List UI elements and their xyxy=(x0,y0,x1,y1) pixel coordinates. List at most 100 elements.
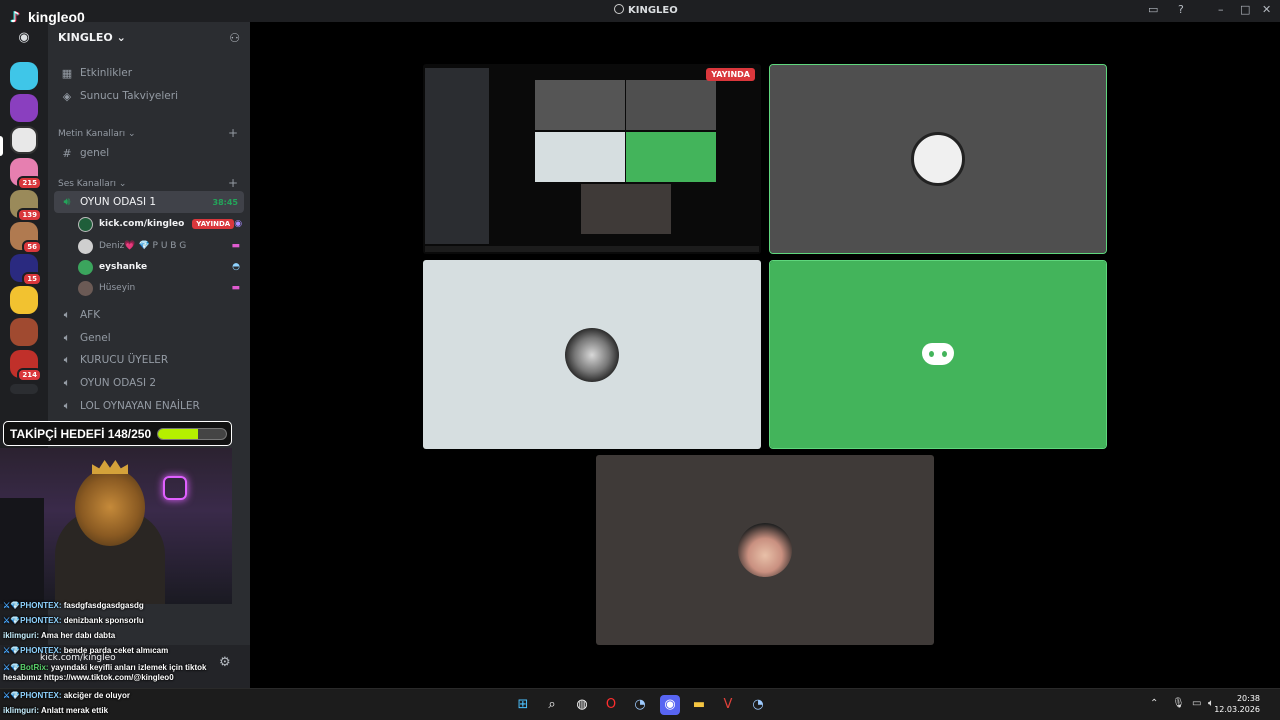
participant-tile[interactable] xyxy=(596,455,934,645)
stream-preview-tile xyxy=(535,80,625,130)
steam-icon[interactable]: ◔ xyxy=(748,695,768,715)
maximize-button[interactable]: □ xyxy=(1240,3,1250,16)
voice-member[interactable]: kick.com/kingleo YAYINDA ◉ xyxy=(78,214,244,234)
add-voice-channel-icon[interactable]: + xyxy=(228,176,238,190)
crown-icon xyxy=(92,460,128,474)
participant-tile[interactable] xyxy=(423,260,761,449)
stream-preview-taskbar xyxy=(425,246,759,252)
guild-header[interactable]: KINGLEO ⌄ xyxy=(58,31,126,44)
server-icon[interactable] xyxy=(10,384,38,394)
chat-text: akciğer de oluyor xyxy=(61,691,130,700)
server-icon[interactable] xyxy=(10,94,38,122)
participant-tile[interactable] xyxy=(769,260,1107,449)
boosts-item[interactable]: ◈ Sunucu Takviyeleri xyxy=(54,85,244,107)
close-button[interactable]: ✕ xyxy=(1262,3,1271,16)
speaker-icon: 🔈︎ xyxy=(63,308,71,321)
voice-channel[interactable]: 🔈︎ OYUN ODASI 2 xyxy=(54,372,244,394)
speaker-icon: 🔊︎ xyxy=(63,195,71,208)
server-icon[interactable]: 15 xyxy=(10,254,42,286)
server-icon[interactable]: 214 xyxy=(10,350,42,382)
voice-channel-active[interactable]: 🔊︎ OYUN ODASI 1 38:45 xyxy=(54,191,244,213)
avatar xyxy=(738,523,792,577)
channel-label: LOL OYNAYAN ENAİLER xyxy=(80,400,200,412)
calendar-icon: ▦ xyxy=(61,66,73,80)
server-icon[interactable] xyxy=(10,318,38,346)
speaker-icon: 🔈︎ xyxy=(63,399,71,412)
activity-icon: ▬ xyxy=(231,283,240,293)
chat-user: PHONTEX: xyxy=(20,601,62,610)
chevron-up-icon[interactable]: ⌃ xyxy=(1150,698,1158,709)
app-icon[interactable]: ◍ xyxy=(572,695,592,715)
chat-line: ⚔💎PHONTEX: fasdgfasdgasdgasdg xyxy=(3,601,144,610)
minimize-button[interactable]: – xyxy=(1218,3,1224,16)
voice-member[interactable]: eyshanke ◓ xyxy=(78,257,244,277)
voice-channel[interactable]: 🔈︎ LOL OYNAYAN ENAİLER xyxy=(54,395,244,417)
steam-icon[interactable]: ◔ xyxy=(630,695,650,715)
time: 20:38 xyxy=(1236,694,1260,703)
server-icon[interactable]: 139 xyxy=(10,190,42,222)
avatar xyxy=(565,328,619,382)
help-icon[interactable]: ? xyxy=(1178,3,1184,16)
server-icon[interactable]: 215 xyxy=(10,158,42,190)
opera-icon[interactable]: O xyxy=(601,695,621,715)
goal-progress-bar xyxy=(157,427,228,440)
voice-channel[interactable]: 🔈︎ AFK xyxy=(54,304,244,326)
volume-icon[interactable]: 🔈︎ xyxy=(1208,698,1214,709)
discord-home-icon[interactable]: ◉ xyxy=(12,30,36,46)
server-icon[interactable] xyxy=(10,286,38,314)
folder-icon[interactable]: ▬ xyxy=(689,695,709,715)
live-badge: YAYINDA xyxy=(192,219,235,229)
webcam-overlay xyxy=(0,448,232,604)
valorant-icon[interactable]: V xyxy=(718,695,738,715)
unread-badge: 215 xyxy=(17,176,42,190)
boost-icon: ◈ xyxy=(62,89,72,103)
search-icon[interactable]: ⌕ xyxy=(542,695,562,715)
chat-line: iklimguri: Ama her dabı dabta xyxy=(3,631,248,641)
voice-category[interactable]: Ses Kanalları ⌄ xyxy=(58,179,126,189)
avatar xyxy=(78,238,93,254)
boosts-label: Sunucu Takviyeleri xyxy=(80,90,179,102)
microphone-icon[interactable]: 🎙︎ xyxy=(1172,698,1185,709)
member-name: Deniz💗 💎 P U B G xyxy=(99,241,187,251)
chat-user: PHONTEX: xyxy=(20,691,62,700)
add-member-icon[interactable]: ⚇ xyxy=(229,31,240,45)
display-icon[interactable]: ▭ xyxy=(1192,698,1201,709)
goal-progress-fill xyxy=(158,428,199,439)
stream-preview-tile xyxy=(626,80,716,130)
chat-line: iklimguri: Anlatt merak ettik xyxy=(3,706,248,716)
channel-label: genel xyxy=(80,147,110,159)
settings-icon[interactable]: ⚙ xyxy=(219,655,231,670)
server-icon[interactable]: 56 xyxy=(10,222,42,254)
text-category[interactable]: Metin Kanalları ⌄ xyxy=(58,129,136,139)
goal-text: TAKİPÇİ HEDEFİ 148/250 xyxy=(10,426,152,441)
chat-user: iklimguri: xyxy=(3,631,40,640)
channel-label: OYUN ODASI 1 xyxy=(80,196,157,208)
windows-start-icon[interactable]: ⊞ xyxy=(513,695,533,715)
member-name: eyshanke xyxy=(99,262,148,272)
stream-tile[interactable]: YAYINDA xyxy=(423,64,761,254)
clock[interactable]: 20:38 12.03.2026 xyxy=(1214,693,1260,715)
stream-preview-sidebar xyxy=(425,68,489,244)
discord-icon[interactable]: ◉ xyxy=(660,695,680,715)
text-channel-genel[interactable]: # genel xyxy=(54,142,244,164)
title-bar: KINGLEO ▭ ? – □ ✕ xyxy=(0,0,1280,22)
chat-user: BotRix: xyxy=(20,663,49,672)
voice-member[interactable]: Deniz💗 💎 P U B G ▬ xyxy=(78,236,244,256)
voice-channel[interactable]: 🔈︎ Genel xyxy=(54,327,244,349)
voice-stage: YAYINDA xyxy=(250,22,1280,688)
server-icon[interactable] xyxy=(10,62,38,90)
participant-tile[interactable] xyxy=(769,64,1107,254)
tiktok-handle: kingleo0 xyxy=(28,9,85,25)
unread-badge: 214 xyxy=(17,368,42,382)
inbox-icon[interactable]: ▭ xyxy=(1148,3,1158,16)
neon-sign xyxy=(163,476,187,500)
unread-badge: 139 xyxy=(17,208,42,222)
server-icon-kingleo[interactable] xyxy=(10,126,38,154)
add-channel-icon[interactable]: + xyxy=(228,126,238,140)
chat-line: ⚔💎PHONTEX: akciğer de oluyor xyxy=(3,691,130,700)
window-title-text: KINGLEO xyxy=(628,5,678,16)
voice-channel[interactable]: 🔈︎ KURUCU ÜYELER xyxy=(54,349,244,371)
events-item[interactable]: ▦ Etkinlikler xyxy=(54,62,244,84)
text-category-label: Metin Kanalları xyxy=(58,129,126,139)
voice-member[interactable]: Hüseyin ▬ xyxy=(78,278,244,298)
